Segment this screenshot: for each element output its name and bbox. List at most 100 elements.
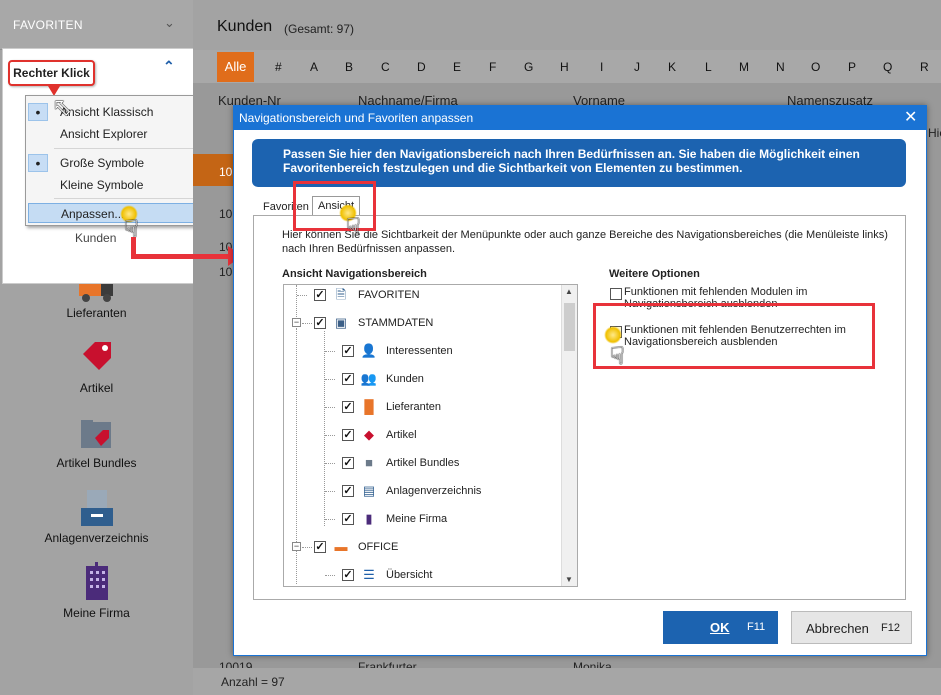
ok-shortcut: F11: [747, 621, 766, 633]
cancel-shortcut: F12: [881, 622, 900, 634]
collapse-icon[interactable]: −: [292, 542, 301, 551]
chevron-down-icon[interactable]: ⌄: [164, 15, 175, 31]
tree-node-artikel[interactable]: ✓ ◆ Artikel: [284, 425, 544, 445]
nav-section-heading: Ansicht Navigationsbereich: [282, 268, 427, 280]
status-bar: Anzahl = 97: [193, 668, 941, 695]
filter-letter[interactable]: C: [381, 60, 390, 74]
checkbox[interactable]: ✓: [342, 345, 354, 357]
filter-letter[interactable]: F: [489, 60, 496, 74]
filter-letter[interactable]: N: [776, 60, 785, 74]
close-icon[interactable]: ✕: [904, 107, 917, 127]
filter-letter[interactable]: J: [634, 60, 640, 74]
filter-letter[interactable]: A: [310, 60, 318, 74]
dialog-title: Navigationsbereich und Favoriten anpasse…: [239, 111, 474, 125]
chevron-up-icon[interactable]: ⌃: [163, 58, 175, 75]
filter-letter[interactable]: B: [345, 60, 353, 74]
nav-item-lieferanten[interactable]: Lieferanten: [0, 306, 193, 320]
filter-letter[interactable]: P: [848, 60, 856, 74]
tree-line: [297, 295, 307, 296]
filter-letter[interactable]: D: [417, 60, 426, 74]
filter-letter[interactable]: O: [811, 60, 820, 74]
scroll-down-icon[interactable]: ▼: [565, 575, 573, 584]
scroll-thumb[interactable]: [564, 303, 575, 351]
checkbox[interactable]: ✓: [342, 569, 354, 581]
checkbox[interactable]: ✓: [342, 485, 354, 497]
tree-node-uebersicht[interactable]: ✓ ☰ Übersicht: [284, 565, 544, 585]
desk-icon: ▬: [334, 539, 348, 554]
cancel-button[interactable]: Abbrechen F12: [791, 611, 912, 644]
checkbox[interactable]: ✓: [342, 429, 354, 441]
menu-item-label: Kleine Symbole: [60, 178, 144, 192]
checkbox[interactable]: [610, 288, 622, 300]
checkbox[interactable]: ✓: [342, 457, 354, 469]
menu-item-ansicht-explorer[interactable]: Ansicht Explorer: [26, 124, 206, 144]
filter-letter[interactable]: R: [920, 60, 929, 74]
tree-node-stammdaten[interactable]: − ✓ ▣ STAMMDATEN: [284, 313, 544, 333]
collapse-icon[interactable]: −: [292, 318, 301, 327]
menu-item-label: Ansicht Klassisch: [60, 105, 154, 119]
nav-item-artikel-bundles[interactable]: Artikel Bundles: [0, 456, 193, 470]
tree-node-favoriten[interactable]: ✓ 🗎 FAVORITEN: [284, 285, 544, 305]
building-icon[interactable]: [0, 562, 193, 605]
tree-line: [325, 491, 335, 492]
checkbox[interactable]: ✓: [342, 513, 354, 525]
filter-letter[interactable]: H: [560, 60, 569, 74]
navigation-tree[interactable]: ✓ 🗎 FAVORITEN − ✓ ▣ STAMMDATEN ✓ 👤 Inter…: [283, 284, 578, 587]
tree-scrollbar[interactable]: ▲ ▼: [561, 285, 577, 586]
filter-letter[interactable]: E: [453, 60, 461, 74]
checkbox[interactable]: ✓: [342, 401, 354, 413]
row-nr-partial: 10: [219, 207, 233, 221]
filter-letter[interactable]: M: [739, 60, 749, 74]
highlight-box-option: [593, 303, 875, 369]
nav-item-artikel[interactable]: Artikel: [0, 381, 193, 395]
favorite-item-kunden[interactable]: Kunden: [75, 231, 116, 245]
tree-node-artikel-bundles[interactable]: ✓ ■ Artikel Bundles: [284, 453, 544, 473]
tree-node-label: Übersicht: [386, 569, 433, 581]
building-icon: ▮: [365, 511, 373, 526]
page-title: Kunden: [217, 18, 273, 35]
archive-icon[interactable]: [0, 490, 193, 531]
tree-line: [325, 519, 335, 520]
menu-item-kleine-symbole[interactable]: Kleine Symbole: [26, 175, 206, 195]
nav-item-meine-firma[interactable]: Meine Firma: [0, 606, 193, 620]
checkbox[interactable]: ✓: [314, 317, 326, 329]
tree-node-label: FAVORITEN: [358, 289, 420, 301]
nav-item-anlagenverzeichnis[interactable]: Anlagenverzeichnis: [0, 531, 193, 545]
filter-letter[interactable]: Q: [883, 60, 892, 74]
tag-icon[interactable]: [0, 340, 193, 379]
menu-item-label: Anpassen...: [61, 207, 125, 221]
list-icon: ☰: [363, 567, 375, 582]
menu-item-grosse-symbole[interactable]: • Große Symbole: [26, 153, 206, 173]
filter-letter[interactable]: #: [275, 60, 282, 74]
hand-cursor-icon: ☟: [610, 343, 625, 370]
tree-node-anlagenverzeichnis[interactable]: ✓ ▤ Anlagenverzeichnis: [284, 481, 544, 501]
tree-node-kunden[interactable]: ✓ 👥 Kunden: [284, 369, 544, 389]
filter-letter[interactable]: I: [600, 60, 603, 74]
tree-node-label: Interessenten: [386, 345, 453, 357]
tree-line: [325, 463, 335, 464]
tree-node-office[interactable]: − ✓ ▬ OFFICE: [284, 537, 544, 557]
tree-node-label: Kunden: [386, 373, 424, 385]
filter-letter[interactable]: G: [524, 60, 533, 74]
filter-letter[interactable]: K: [668, 60, 676, 74]
tree-node-label: STAMMDATEN: [358, 317, 434, 329]
filter-letter[interactable]: L: [705, 60, 712, 74]
folder-tag-icon[interactable]: [0, 418, 193, 453]
scroll-up-icon[interactable]: ▲: [565, 287, 573, 296]
truck-icon: █: [364, 399, 374, 414]
bullet-icon: •: [28, 103, 48, 121]
filter-alle-button[interactable]: Alle: [217, 52, 254, 82]
menu-item-anpassen[interactable]: Anpassen...: [28, 203, 204, 223]
ok-button[interactable]: OK F11: [663, 611, 778, 644]
ok-label: OK: [710, 620, 730, 635]
checkbox[interactable]: ✓: [314, 541, 326, 553]
tree-node-interessenten[interactable]: ✓ 👤 Interessenten: [284, 341, 544, 361]
tree-node-meine-firma[interactable]: ✓ ▮ Meine Firma: [284, 509, 544, 529]
tab-panel-ansicht: Hier können Sie die Sichtbarkeit der Men…: [253, 215, 906, 600]
favorites-header[interactable]: FAVORITEN ⌄: [0, 0, 193, 50]
tag-icon: ◆: [364, 427, 374, 442]
tree-node-lieferanten[interactable]: ✓ █ Lieferanten: [284, 397, 544, 417]
checkbox[interactable]: ✓: [314, 289, 326, 301]
highlight-box-tab: [293, 181, 376, 231]
checkbox[interactable]: ✓: [342, 373, 354, 385]
